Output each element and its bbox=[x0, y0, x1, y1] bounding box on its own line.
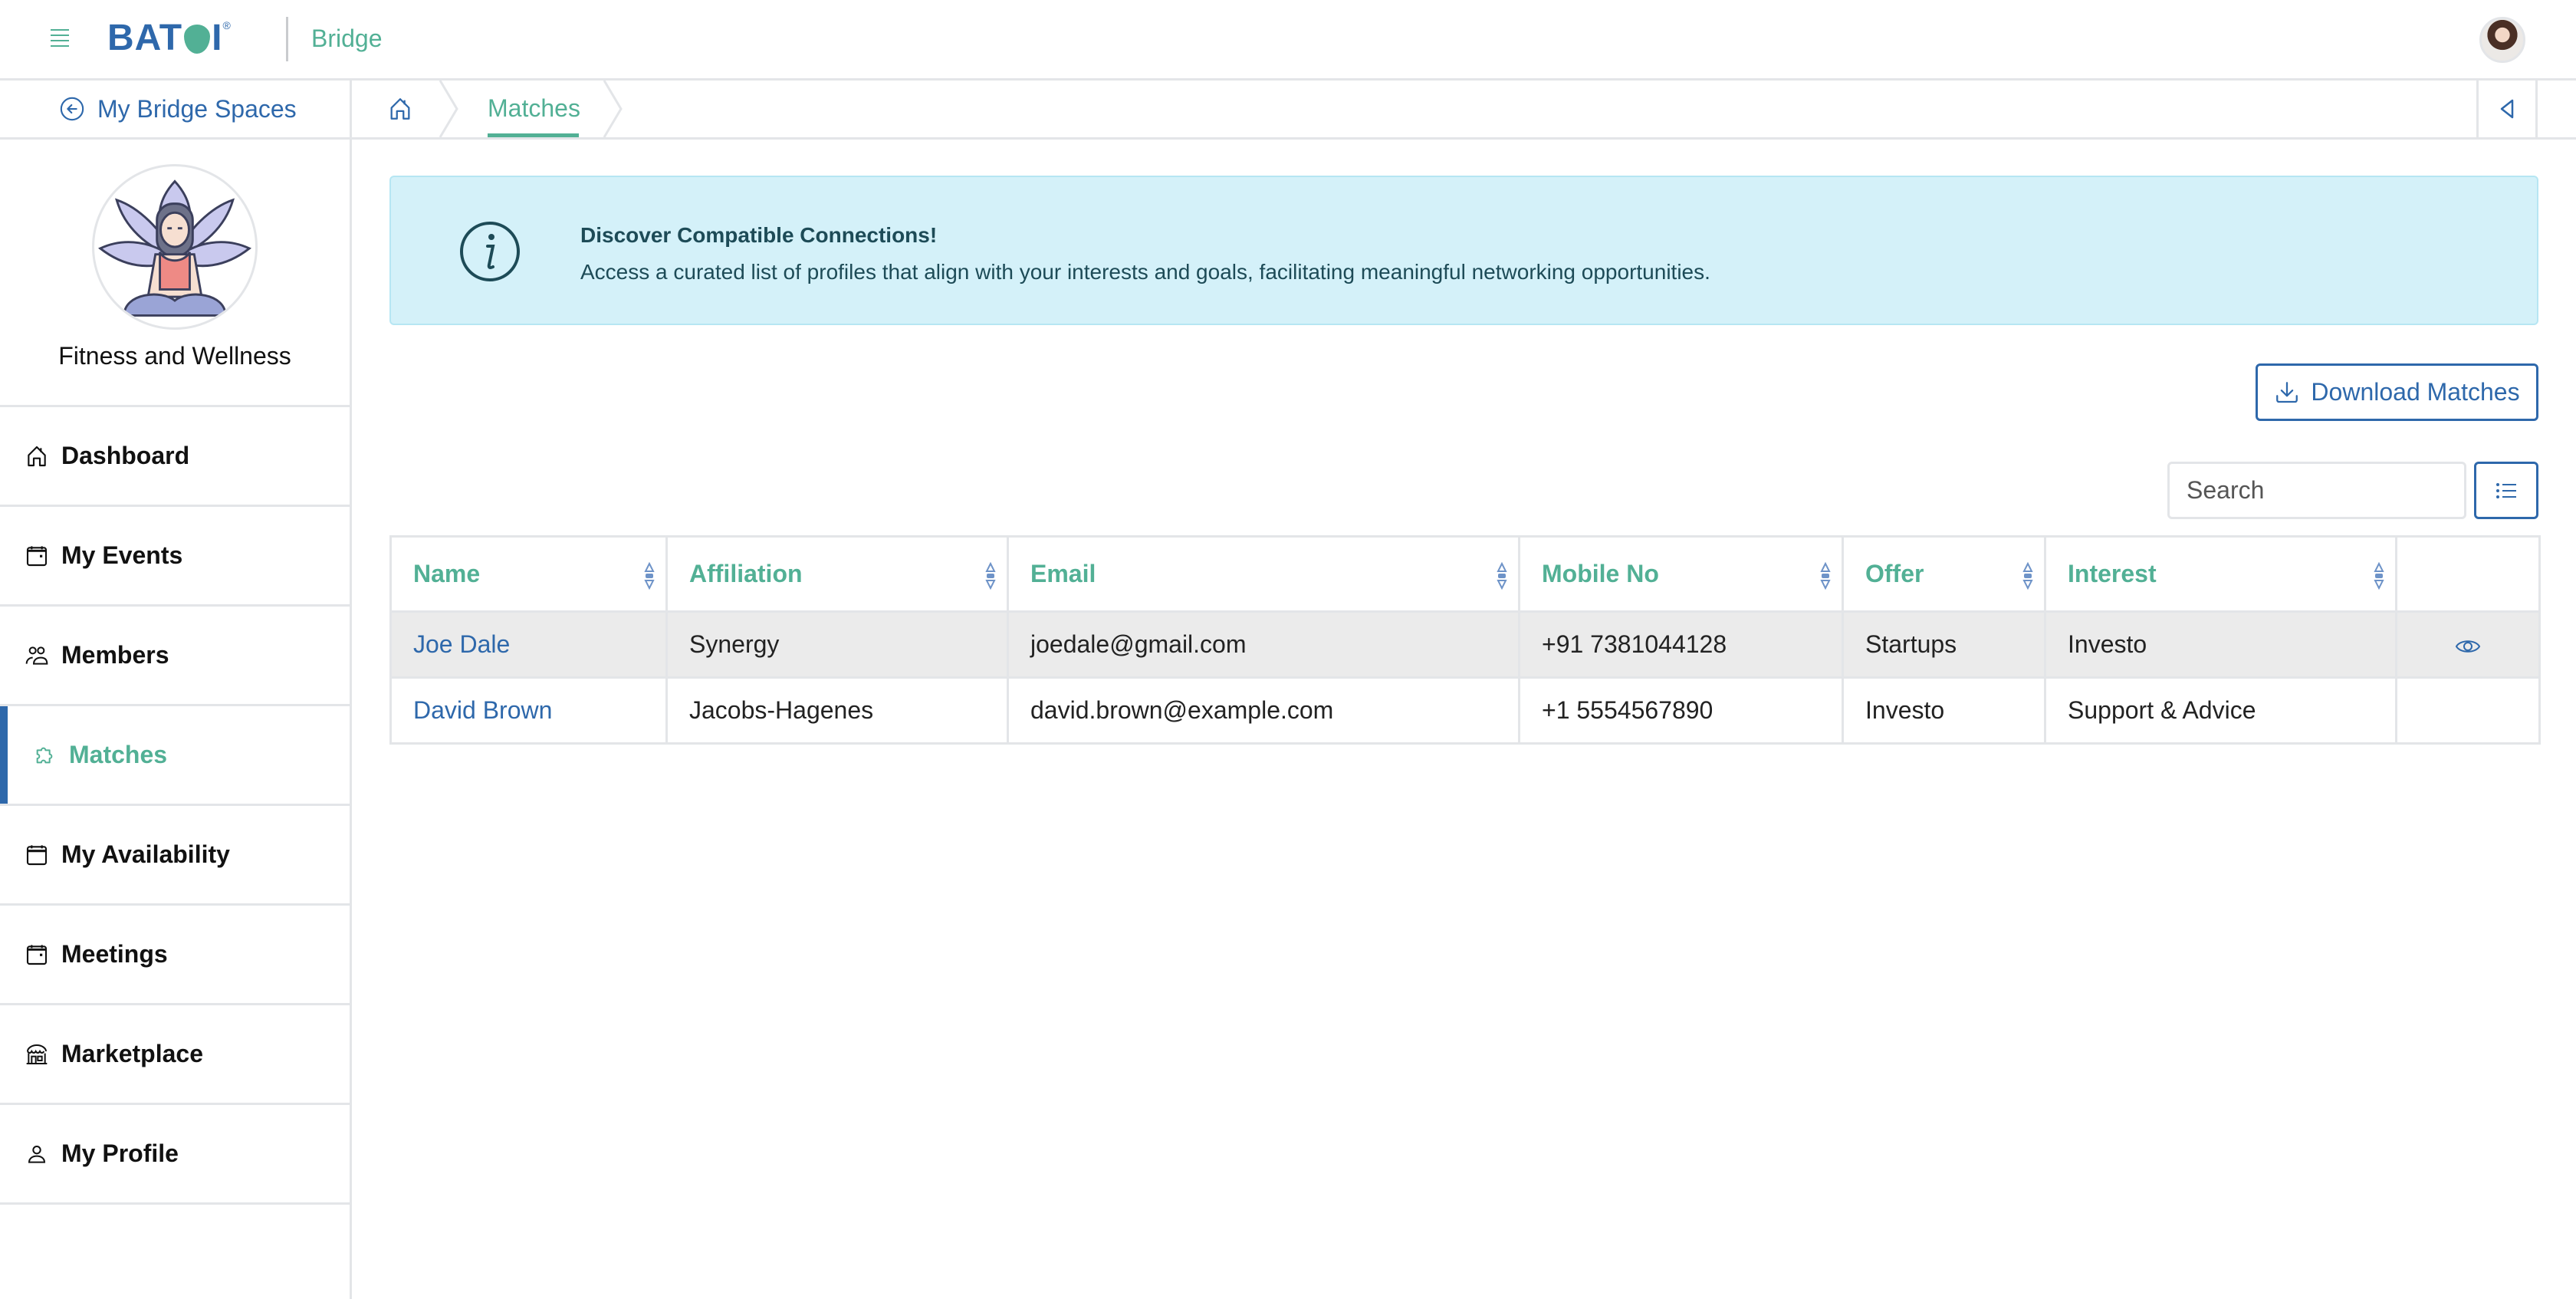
meditation-illustration bbox=[98, 179, 251, 317]
users-icon bbox=[25, 646, 48, 665]
collapse-panel-button[interactable] bbox=[2476, 81, 2538, 137]
banner-title: Discover Compatible Connections! bbox=[580, 223, 938, 247]
sidebar-item-matches[interactable]: Matches bbox=[0, 706, 350, 806]
sidebar-item-members[interactable]: Members bbox=[0, 607, 350, 706]
cell-affiliation: Jacobs-Hagenes bbox=[665, 676, 1009, 745]
arrow-left-circle-icon bbox=[60, 97, 84, 121]
cell-actions bbox=[2395, 610, 2541, 679]
column-header-mobile[interactable]: Mobile No bbox=[1518, 535, 1844, 613]
sidebar-item-label: Matches bbox=[69, 741, 168, 768]
breadcrumb-active-underline bbox=[488, 133, 579, 137]
space-profile: Fitness and Wellness bbox=[0, 140, 350, 407]
table-row[interactable]: Joe Dale Synergy joedale@gmail.com +91 7… bbox=[389, 610, 2541, 679]
hamburger-icon[interactable] bbox=[51, 29, 69, 48]
column-header-name[interactable]: Name bbox=[389, 535, 668, 613]
puzzle-icon bbox=[36, 747, 53, 763]
column-toggle-button[interactable] bbox=[2474, 462, 2538, 519]
sidebar-item-label: My Events bbox=[61, 541, 183, 569]
calendar-blank-icon bbox=[26, 844, 48, 865]
sidebar: Fitness and Wellness Dashboard My Events… bbox=[0, 140, 352, 1299]
back-label: My Bridge Spaces bbox=[97, 94, 297, 123]
sidebar-item-marketplace[interactable]: Marketplace bbox=[0, 1005, 350, 1105]
cell-mobile: +1 5554567890 bbox=[1518, 676, 1844, 745]
cell-mobile: +91 7381044128 bbox=[1518, 610, 1844, 679]
info-banner: Discover Compatible Connections! Access … bbox=[389, 176, 2538, 325]
sort-icon[interactable] bbox=[1495, 562, 1509, 590]
space-avatar bbox=[92, 164, 258, 330]
sidebar-item-label: Meetings bbox=[61, 940, 168, 968]
space-name: Fitness and Wellness bbox=[58, 342, 291, 370]
store-icon bbox=[26, 1044, 48, 1064]
cell-name[interactable]: David Brown bbox=[389, 676, 668, 745]
download-icon bbox=[2276, 381, 2298, 403]
breadcrumb-separator bbox=[439, 81, 458, 137]
sidebar-item-label: Dashboard bbox=[61, 442, 190, 469]
cell-email: david.brown@example.com bbox=[1007, 676, 1520, 745]
download-matches-button[interactable]: Download Matches bbox=[2256, 363, 2538, 421]
list-icon bbox=[2496, 482, 2516, 498]
triangle-left-icon bbox=[2500, 99, 2514, 119]
cell-email: joedale@gmail.com bbox=[1007, 610, 1520, 679]
column-header-label: Interest bbox=[2068, 560, 2157, 587]
sort-icon[interactable] bbox=[2372, 562, 2386, 590]
banner-text: Access a curated list of profiles that a… bbox=[580, 260, 1710, 284]
breadcrumb-current[interactable]: Matches bbox=[488, 94, 580, 123]
column-header-label: Name bbox=[413, 560, 481, 587]
column-header-actions bbox=[2395, 535, 2541, 613]
cell-affiliation: Synergy bbox=[665, 610, 1009, 679]
top-header: BAT I ® Bridge bbox=[0, 0, 2576, 81]
logo-divider bbox=[286, 17, 288, 61]
sort-icon[interactable] bbox=[2021, 562, 2035, 590]
column-header-email[interactable]: Email bbox=[1007, 535, 1520, 613]
breadcrumb-separator bbox=[603, 81, 623, 137]
info-icon bbox=[460, 222, 520, 281]
cell-offer: Investo bbox=[1842, 676, 2046, 745]
breadcrumb-bar: My Bridge Spaces Matches bbox=[0, 81, 2576, 140]
sidebar-item-dashboard[interactable]: Dashboard bbox=[0, 407, 350, 507]
my-bridge-spaces-link[interactable]: My Bridge Spaces bbox=[0, 81, 352, 137]
table-header-row: Name Affiliation Email Mobile No Offer I… bbox=[389, 535, 2541, 613]
user-icon bbox=[28, 1145, 46, 1163]
eye-icon[interactable] bbox=[2455, 637, 2481, 656]
user-avatar[interactable] bbox=[2479, 17, 2525, 63]
sidebar-item-label: Marketplace bbox=[61, 1040, 203, 1067]
column-header-offer[interactable]: Offer bbox=[1842, 535, 2046, 613]
sort-icon[interactable] bbox=[642, 562, 656, 590]
calendar-icon bbox=[26, 944, 48, 965]
batoi-logo[interactable]: BAT I ® bbox=[107, 18, 231, 58]
cell-offer: Startups bbox=[1842, 610, 2046, 679]
search-input[interactable] bbox=[2167, 462, 2466, 519]
sidebar-item-my-availability[interactable]: My Availability bbox=[0, 806, 350, 906]
calendar-icon bbox=[26, 545, 48, 566]
cell-name[interactable]: Joe Dale bbox=[389, 610, 668, 679]
home-icon[interactable] bbox=[387, 96, 413, 122]
table-row[interactable]: David Brown Jacobs-Hagenes david.brown@e… bbox=[389, 676, 2541, 745]
cell-actions bbox=[2395, 676, 2541, 745]
column-header-label: Affiliation bbox=[689, 560, 803, 587]
sidebar-item-label: Members bbox=[61, 641, 169, 669]
cell-interest: Investo bbox=[2044, 610, 2397, 679]
sort-icon[interactable] bbox=[984, 562, 997, 590]
sidebar-item-label: My Profile bbox=[61, 1140, 179, 1167]
cell-interest: Support & Advice bbox=[2044, 676, 2397, 745]
column-header-affiliation[interactable]: Affiliation bbox=[665, 535, 1009, 613]
sort-icon[interactable] bbox=[1819, 562, 1832, 590]
matches-table: Name Affiliation Email Mobile No Offer I… bbox=[389, 535, 2541, 745]
column-header-interest[interactable]: Interest bbox=[2044, 535, 2397, 613]
download-label: Download Matches bbox=[2311, 378, 2520, 406]
app-name: Bridge bbox=[311, 25, 383, 52]
column-header-label: Email bbox=[1030, 560, 1096, 587]
sidebar-item-my-profile[interactable]: My Profile bbox=[0, 1105, 350, 1205]
sidebar-item-my-events[interactable]: My Events bbox=[0, 507, 350, 607]
sidebar-item-meetings[interactable]: Meetings bbox=[0, 906, 350, 1005]
home-icon bbox=[28, 446, 46, 466]
column-header-label: Offer bbox=[1865, 560, 1924, 587]
column-header-label: Mobile No bbox=[1542, 560, 1659, 587]
sidebar-item-label: My Availability bbox=[61, 840, 230, 868]
